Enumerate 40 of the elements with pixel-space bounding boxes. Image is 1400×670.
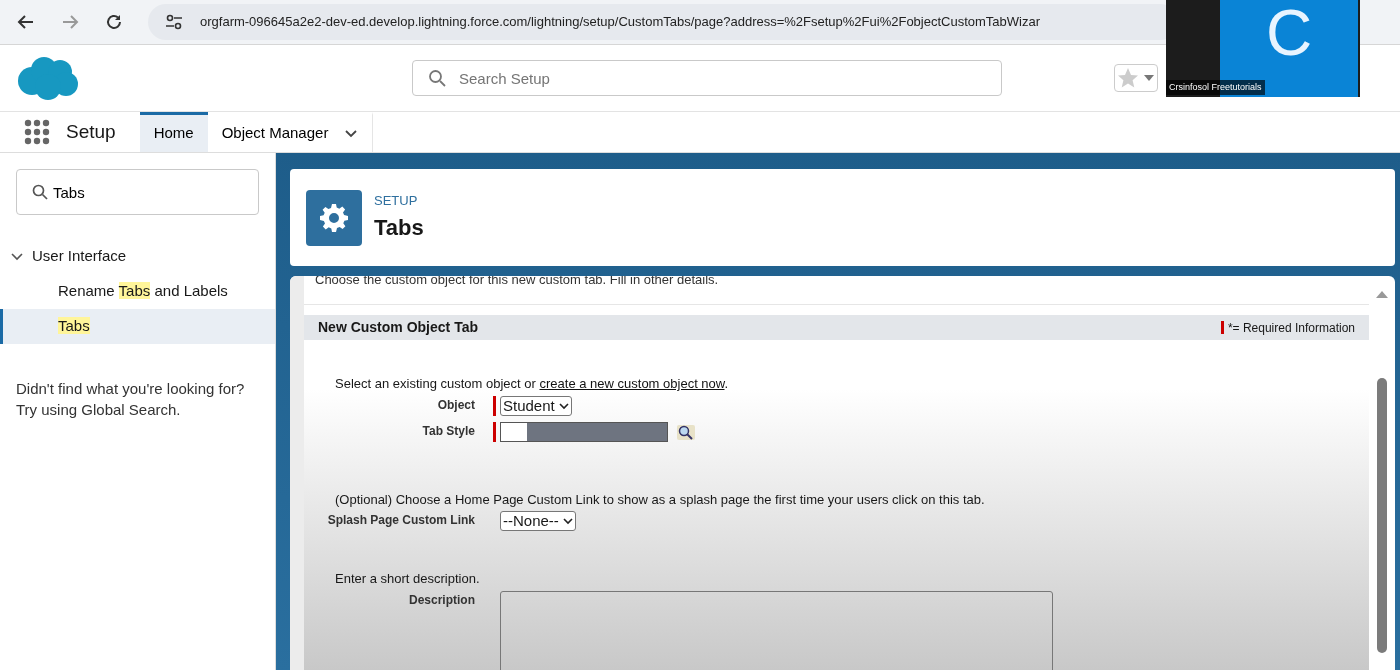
participant-name: Crsinfosol Freetutorials (1166, 79, 1265, 95)
help-text: Didn't find what you're looking for? Try using Global Search. (15, 379, 246, 420)
nav-tab[interactable]: Home (139, 112, 208, 152)
required-note: *= Required Information (1227, 319, 1355, 337)
field-label: Description (408, 591, 476, 609)
search-field[interactable]: Tabs (16, 169, 259, 215)
field-label: Object (436, 396, 476, 414)
site-settings-icon[interactable] (164, 12, 184, 32)
nav-tab[interactable]: Object Manager (207, 112, 374, 152)
cloud-logo (16, 55, 80, 101)
create-object-link[interactable]: create a new custom object now (539, 376, 725, 391)
scrollbar-thumb[interactable] (1377, 378, 1387, 653)
app-title: Setup (66, 119, 116, 144)
app-launcher-icon[interactable] (24, 119, 50, 145)
tab-style-field[interactable] (500, 421, 668, 442)
search-field[interactable]: Search Setup (412, 60, 1002, 96)
select-field[interactable]: --None-- (500, 511, 576, 531)
field-label: Splash Page Custom Link (326, 512, 476, 529)
caret-icon (1144, 75, 1154, 81)
chevron-down-icon (562, 516, 573, 526)
description-field[interactable] (500, 590, 1053, 670)
instruction-text: Select an existing custom object or create a new custom object now. (334, 375, 730, 393)
instruction-text: Enter a short description. (334, 570, 481, 588)
tree-item-label[interactable]: Rename Tabs and Labels (58, 280, 228, 303)
tree-item-label[interactable]: User Interface (32, 245, 127, 268)
instruction-text: (Optional) Choose a Home Page Custom Link to show as a splash page the first time your users click on this tab. (334, 490, 986, 509)
lookup-icon[interactable] (676, 422, 696, 441)
favorites-button[interactable] (1114, 64, 1158, 92)
gear-icon (319, 202, 349, 233)
scroll-up-icon[interactable] (1376, 290, 1388, 298)
required-marker (1220, 321, 1224, 334)
section-title: New Custom Object Tab (318, 318, 478, 337)
page-title: Tabs (374, 213, 424, 242)
field-label: Tab Style (421, 422, 476, 440)
breadcrumb-text: SETUP (374, 192, 419, 211)
select-field[interactable]: Student (500, 395, 572, 416)
search-icon (32, 184, 48, 200)
reload-icon[interactable] (104, 12, 124, 32)
search-icon (428, 69, 446, 87)
chevron-down-icon (558, 400, 569, 411)
